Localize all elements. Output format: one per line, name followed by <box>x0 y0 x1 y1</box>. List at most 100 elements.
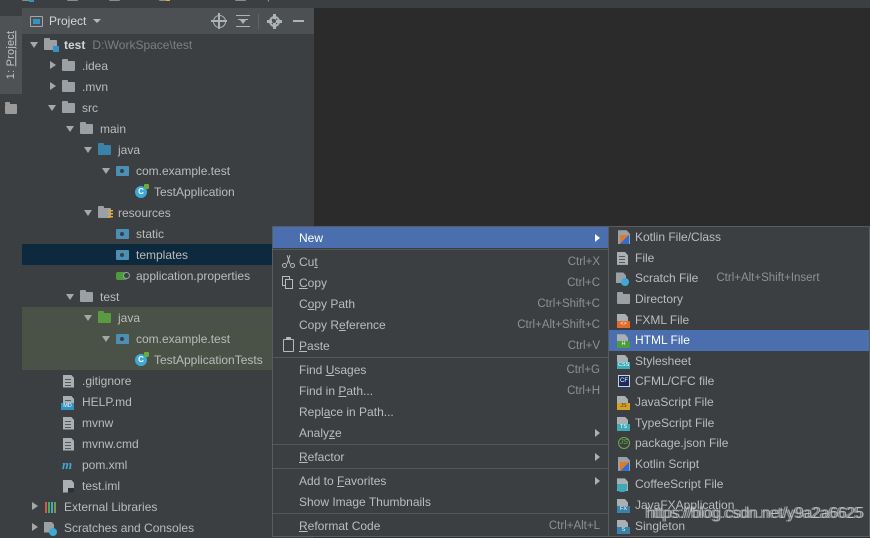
menu-item-copy-path[interactable]: Copy PathCtrl+Shift+C <box>273 293 608 314</box>
breadcrumb-item-main[interactable]: main <box>109 0 147 3</box>
sidebar-item-project[interactable]: 1: Project <box>0 16 22 94</box>
tree-node-label: src <box>82 101 98 115</box>
tree-node-mvnw.cmd[interactable]: mvnw.cmd <box>22 433 314 454</box>
chevron-right-icon[interactable] <box>30 502 39 511</box>
tree-node-resources[interactable]: resources <box>22 202 314 223</box>
submenu-item-html-file[interactable]: HHTML File <box>609 330 869 351</box>
submenu-item-kotlin-script[interactable]: Kotlin Script <box>609 454 869 475</box>
submenu-item-javascript-file[interactable]: JSJavaScript File <box>609 392 869 413</box>
chevron-down-icon[interactable] <box>84 208 93 217</box>
menu-item-copy[interactable]: CopyCtrl+C <box>273 272 608 293</box>
tree-node-static[interactable]: static <box>22 223 314 244</box>
select-opened-file-button[interactable] <box>207 9 231 33</box>
tree-node-test[interactable]: testD:\WorkSpace\test <box>22 34 314 55</box>
breadcrumb-item-src[interactable]: src <box>67 0 96 3</box>
none <box>279 425 299 441</box>
menu-item-paste[interactable]: PasteCtrl+V <box>273 335 608 356</box>
resources-folder-icon <box>159 0 170 1</box>
tree-node-External-Libraries[interactable]: External Libraries <box>22 496 314 517</box>
tree-node-test[interactable]: test <box>22 286 314 307</box>
submenu-item-fxml-file[interactable]: <>FXML File <box>609 309 869 330</box>
tree-node-application.properties[interactable]: application.properties <box>22 265 314 286</box>
submenu-item-kotlin-file-class[interactable]: Kotlin File/Class <box>609 227 869 248</box>
submenu-item-cfml-cfc-file[interactable]: CFCFML/CFC file <box>609 371 869 392</box>
tree-node-com.example.test[interactable]: com.example.test <box>22 160 314 181</box>
submenu-item-package-json-file[interactable]: JSpackage.json File <box>609 433 869 454</box>
breadcrumb-item-resources[interactable]: resources <box>159 0 221 3</box>
tree-node-java[interactable]: java <box>22 307 314 328</box>
tree-node-TestApplicationTests[interactable]: CTestApplicationTests <box>22 349 314 370</box>
tree-node-java[interactable]: java <box>22 139 314 160</box>
submenu-item-file[interactable]: File <box>609 248 869 269</box>
menu-item-copy-reference[interactable]: Copy ReferenceCtrl+Alt+Shift+C <box>273 314 608 335</box>
tree-node-.mvn[interactable]: .mvn <box>22 76 314 97</box>
tree-spacer <box>48 481 57 490</box>
tree-node-Scratches-and-Consoles[interactable]: Scratches and Consoles <box>22 517 314 538</box>
submenu-item-coffeescript-file[interactable]: CoffeeScript File <box>609 474 869 495</box>
chevron-right-icon[interactable] <box>30 523 39 532</box>
chevron-down-icon[interactable] <box>30 40 39 49</box>
chevron-down-icon[interactable] <box>102 334 111 343</box>
submenu-item-typescript-file[interactable]: TSTypeScript File <box>609 412 869 433</box>
tree-node-TestApplication[interactable]: CTestApplication <box>22 181 314 202</box>
folder-icon <box>61 100 77 116</box>
tree-node-pom.xml[interactable]: mpom.xml <box>22 454 314 475</box>
settings-button[interactable] <box>262 9 286 33</box>
submenu-item-scratch-file[interactable]: Scratch FileCtrl+Alt+Shift+Insert <box>609 268 869 289</box>
new-submenu[interactable]: Kotlin File/ClassFileScratch FileCtrl+Al… <box>608 226 870 537</box>
tree-node-.idea[interactable]: .idea <box>22 55 314 76</box>
menu-item-shortcut: Ctrl+Shift+C <box>537 298 600 310</box>
menu-item-replace-in-path[interactable]: Replace in Path... <box>273 401 608 422</box>
menu-item-analyze[interactable]: Analyze <box>273 422 608 443</box>
submenu-item-stylesheet[interactable]: CSSStylesheet <box>609 351 869 372</box>
submenu-item-directory[interactable]: Directory <box>609 289 869 310</box>
file-icon <box>61 373 77 389</box>
tree-node-main[interactable]: main <box>22 118 314 139</box>
chevron-down-icon[interactable] <box>84 145 93 154</box>
tree-node-HELP.md[interactable]: MDHELP.md <box>22 391 314 412</box>
menu-item-add-to-favorites[interactable]: Add to Favorites <box>273 470 608 491</box>
tree-node-com.example.test[interactable]: com.example.test <box>22 328 314 349</box>
none <box>279 383 299 399</box>
tree-node-mvnw[interactable]: mvnw <box>22 412 314 433</box>
tree-node-label: test <box>100 290 119 304</box>
chevron-down-icon[interactable] <box>48 103 57 112</box>
collapse-all-button[interactable] <box>231 9 255 33</box>
menu-item-refactor[interactable]: Refactor <box>273 446 608 467</box>
hide-panel-button[interactable] <box>286 9 310 33</box>
resources-folder-icon <box>97 205 113 221</box>
menu-item-reformat-code[interactable]: Reformat CodeCtrl+Alt+L <box>273 515 608 536</box>
breadcrumb-label: templates <box>249 0 297 2</box>
tree-node-src[interactable]: src <box>22 97 314 118</box>
tree-node-.gitignore[interactable]: .gitignore <box>22 370 314 391</box>
tree-node-label: java <box>118 143 140 157</box>
tree-node-test.iml[interactable]: test.iml <box>22 475 314 496</box>
menu-item-find-usages[interactable]: Find UsagesCtrl+G <box>273 359 608 380</box>
chevron-right-icon[interactable] <box>48 82 57 91</box>
tree-node-templates[interactable]: templates <box>22 244 314 265</box>
chevron-down-icon[interactable] <box>102 166 111 175</box>
maven-file-icon: m <box>61 457 77 473</box>
chevron-down-icon[interactable] <box>66 124 75 133</box>
context-menu[interactable]: New CutCtrl+XCopyCtrl+CCopy PathCtrl+Shif… <box>272 226 609 537</box>
menu-item-cut[interactable]: CutCtrl+X <box>273 251 608 272</box>
submenu-item-javafxapplication[interactable]: FXJavaFXApplication <box>609 495 869 516</box>
menu-item-shortcut: Ctrl+G <box>566 364 600 376</box>
breadcrumb-item-test[interactable]: test <box>22 0 54 3</box>
folder-icon <box>79 289 95 305</box>
menu-item-find-in-path[interactable]: Find in Path...Ctrl+H <box>273 380 608 401</box>
chevron-down-icon[interactable] <box>84 313 93 322</box>
folder-icon[interactable] <box>5 104 17 114</box>
project-tree[interactable]: testD:\WorkSpace\test.idea.mvn src main jav… <box>22 34 314 538</box>
breadcrumb-item-templates[interactable]: templates <box>235 0 297 3</box>
source-folder-icon <box>97 142 113 158</box>
tree-node-label: java <box>118 311 140 325</box>
menu-item-label: Add to Favorites <box>299 474 585 488</box>
tree-spacer <box>48 376 57 385</box>
chevron-down-icon[interactable] <box>66 292 75 301</box>
menu-item-show-image-thumbnails[interactable]: Show Image Thumbnails <box>273 491 608 512</box>
chevron-right-icon[interactable] <box>48 61 57 70</box>
submenu-item-singleton[interactable]: SSingleton <box>609 515 869 536</box>
menu-item-new[interactable]: New <box>273 227 608 248</box>
chevron-down-icon[interactable] <box>93 19 101 23</box>
